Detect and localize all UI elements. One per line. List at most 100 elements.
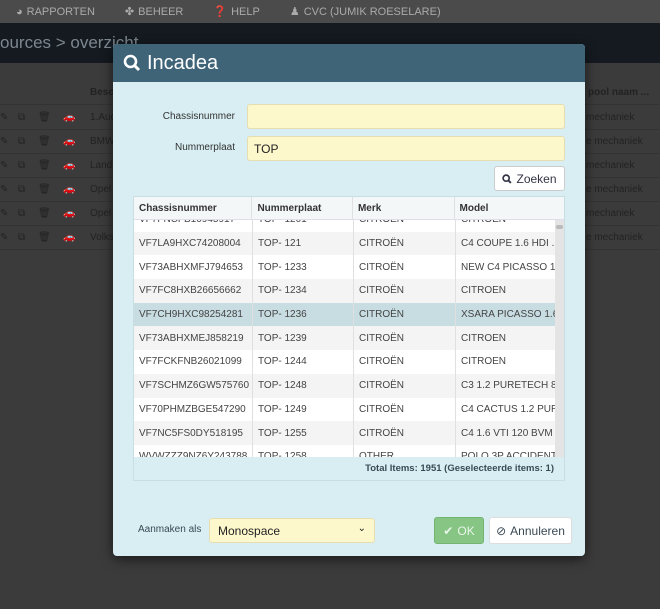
nav-label: RAPPORTEN bbox=[26, 5, 95, 18]
col-pool: pool naam ... bbox=[588, 87, 650, 98]
check-icon: ✔ bbox=[443, 523, 454, 538]
trash-icon: 🗑 bbox=[38, 208, 51, 219]
ok-button[interactable]: ✔ OK bbox=[434, 517, 484, 544]
incadea-dialog: Incadea Chassisnummer Nummerplaat Zoeken… bbox=[113, 44, 585, 556]
copy-icon: ⧉ bbox=[18, 184, 26, 195]
cell: VF7FC8HXB26656662 bbox=[134, 279, 253, 303]
create-as-value: Monospace bbox=[218, 524, 281, 538]
car-icon: 🚗 bbox=[63, 112, 76, 123]
row-name: Land bbox=[90, 160, 113, 171]
search-icon bbox=[123, 54, 141, 72]
trash-icon: 🗑 bbox=[38, 184, 51, 195]
dialog-header: Incadea bbox=[113, 44, 585, 82]
top-nav: ◕ RAPPORTEN ✤ BEHEER ❓ HELP ♟ CVC (JUMIK ROESEL… bbox=[0, 0, 660, 23]
col-brand[interactable]: Merk bbox=[353, 197, 455, 219]
cell: CITROËN bbox=[354, 231, 456, 256]
nav-label: CVC (JUMIK ROESELARE) bbox=[303, 6, 441, 18]
cell: CITROEN bbox=[456, 220, 557, 232]
cell: CITROËN bbox=[354, 421, 456, 445]
edit-icon: ✎ bbox=[0, 160, 9, 171]
table-row[interactable]: VF7NC5FS0DY518195 TOP- 1255 CITROËN C4 1.6 … bbox=[134, 421, 557, 445]
question-circle-icon: ❓ bbox=[213, 6, 228, 18]
table-row[interactable]: VF7CH9HXC98254281 TOP- 1236 CITROËN XSARA P… bbox=[134, 302, 557, 327]
table-row[interactable]: VF73ABHXMEJ858219 TOP- 1239 CITROËN CITROEN bbox=[134, 326, 557, 351]
search-button-label: Zoeken bbox=[516, 171, 557, 186]
cell: C4 CACTUS 1.2 PUR... bbox=[456, 397, 557, 422]
trash-icon: 🗑 bbox=[38, 160, 51, 171]
cell: CITROEN bbox=[354, 220, 456, 232]
search-icon bbox=[502, 173, 513, 184]
nav-label: BEHEER bbox=[138, 6, 184, 18]
nav-item[interactable]: ♟ CVC (JUMIK ROESELARE) bbox=[290, 5, 441, 18]
nav-item[interactable]: ❓ HELP bbox=[213, 5, 259, 18]
copy-icon: ⧉ bbox=[18, 112, 26, 123]
create-as-label: Aanmaken als bbox=[138, 524, 202, 535]
edit-icon: ✎ bbox=[0, 184, 9, 195]
pie-chart-icon: ◕ bbox=[16, 5, 23, 18]
dialog-title: Incadea bbox=[147, 51, 219, 74]
cell: TOP- 1244 bbox=[253, 350, 354, 374]
nav-item[interactable]: ✤ BEHEER bbox=[125, 5, 183, 18]
nav-item[interactable]: ◕ RAPPORTEN bbox=[16, 6, 95, 18]
plate-input[interactable] bbox=[247, 136, 565, 161]
cell: CITROËN bbox=[354, 302, 456, 327]
copy-icon: ⧉ bbox=[18, 136, 26, 147]
create-as-select[interactable]: Monospace ⌄ bbox=[209, 518, 375, 543]
row-name: Opel bbox=[90, 184, 112, 195]
table-row[interactable]: VF7FNCFB10945917TOP- 1201CITROENCITROEN bbox=[134, 220, 557, 232]
car-icon: 🚗 bbox=[63, 232, 76, 243]
cell: TOP- 121 bbox=[253, 231, 354, 256]
row-pool: e mechaniek bbox=[586, 184, 643, 195]
grid-scrollbar[interactable] bbox=[555, 220, 564, 459]
table-row[interactable]: VF7LA9HXC74208004 TOP- 121 CITROËN C4 COUPE… bbox=[134, 231, 557, 256]
chassis-input[interactable] bbox=[247, 104, 565, 129]
cell: VF7LA9HXC74208004 bbox=[134, 231, 253, 256]
trash-icon: 🗑 bbox=[38, 112, 51, 123]
cell: CITROËN bbox=[354, 255, 456, 280]
table-row[interactable]: VF7FCKFNB26021099 TOP- 1244 CITROËN CITROEN bbox=[134, 350, 557, 374]
row-pool: e mechaniek bbox=[586, 136, 643, 147]
cell: VF73ABHXMFJ794653 bbox=[134, 255, 253, 280]
table-row[interactable]: VF7FC8HXB26656662 TOP- 1234 CITROËN CITROEN bbox=[134, 279, 557, 303]
grid-total: Total Items: 1951 (Geselecteerde items: … bbox=[134, 457, 564, 480]
cell: TOP- 1236 bbox=[253, 302, 354, 327]
cell: CITROEN bbox=[456, 326, 557, 351]
trash-icon: 🗑 bbox=[38, 136, 51, 147]
car-icon: 🚗 bbox=[63, 160, 76, 171]
cell: VF70PHMZBGE547290 bbox=[134, 397, 253, 422]
results-grid: Chassisnummer Nummerplaat Merk Model VF7… bbox=[133, 196, 565, 481]
row-pool: mechaniek bbox=[586, 112, 635, 123]
cell: CITROEN bbox=[456, 350, 557, 374]
row-pool: mechaniek bbox=[586, 208, 635, 219]
cell: CITROËN bbox=[354, 279, 456, 303]
grid-body: VF7FNCFB10945917TOP- 1201CITROENCITROENV… bbox=[134, 220, 557, 459]
table-row[interactable]: VF73ABHXMFJ794653 TOP- 1233 CITROËN NEW C4 … bbox=[134, 255, 557, 280]
cell: CITROËN bbox=[354, 326, 456, 351]
cubes-icon: ✤ bbox=[124, 6, 135, 18]
cell: CITROEN bbox=[456, 279, 557, 303]
row-name: Volks bbox=[90, 232, 114, 243]
col-plate[interactable]: Nummerplaat bbox=[252, 197, 353, 219]
chassis-label: Chassisnummer bbox=[162, 111, 235, 122]
cell: XSARA PICASSO 1.6 ... bbox=[456, 302, 557, 327]
car-icon: 🚗 bbox=[63, 136, 76, 147]
cell: VF7FCKFNB26021099 bbox=[134, 350, 253, 374]
cell: C4 1.6 VTI 120 BVM ... bbox=[456, 421, 557, 445]
cell: CITROËN bbox=[354, 397, 456, 422]
row-pool: mechaniek bbox=[586, 160, 635, 171]
copy-icon: ⧉ bbox=[18, 208, 26, 219]
row-pool: e mechaniek bbox=[586, 232, 643, 243]
col-chassis[interactable]: Chassisnummer bbox=[134, 197, 253, 219]
cell: VF7CH9HXC98254281 bbox=[134, 302, 253, 327]
cancel-label: Annuleren bbox=[510, 523, 565, 538]
cell: TOP- 1201 bbox=[253, 220, 354, 232]
cell: NEW C4 PICASSO 1... bbox=[456, 255, 557, 280]
table-row[interactable]: VF70PHMZBGE547290 TOP- 1249 CITROËN C4 CACT… bbox=[134, 397, 557, 422]
cell: CITROËN bbox=[354, 350, 456, 374]
table-row[interactable]: VF7SCHMZ6GW575760 TOP- 1248 CITROËN C3 1.2 … bbox=[134, 373, 557, 398]
cell: VF7SCHMZ6GW575760 bbox=[134, 373, 253, 398]
cell: TOP- 1233 bbox=[253, 255, 354, 280]
col-model[interactable]: Model bbox=[455, 197, 564, 219]
cancel-button[interactable]: ⊘ Annuleren bbox=[489, 517, 572, 544]
search-button[interactable]: Zoeken bbox=[494, 166, 565, 191]
